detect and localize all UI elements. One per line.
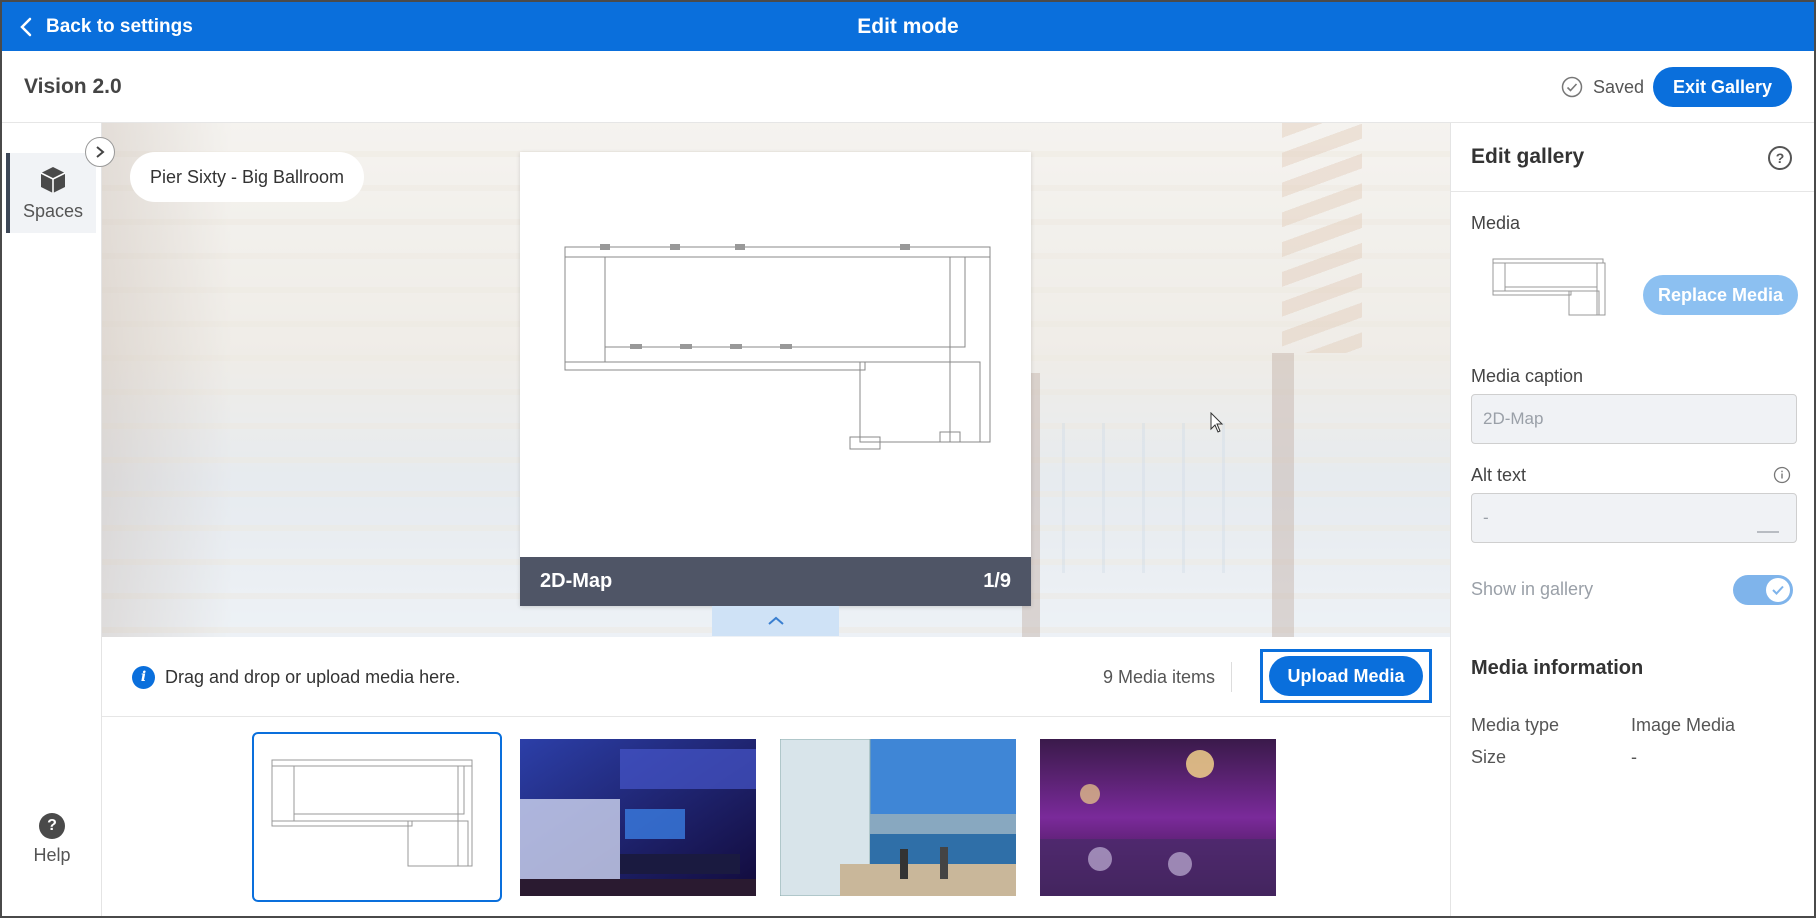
thumbnail-ballroom[interactable] bbox=[1040, 739, 1276, 896]
info-outline-icon[interactable] bbox=[1773, 466, 1791, 484]
help-label: Help bbox=[33, 845, 71, 865]
media-position: 1/9 bbox=[983, 570, 1011, 592]
app-name: Vision 2.0 bbox=[24, 75, 122, 98]
thumbnail-floorplan[interactable] bbox=[252, 732, 502, 902]
saved-label: Saved bbox=[1592, 76, 1644, 97]
alt-text-label: Alt text bbox=[1471, 465, 1527, 485]
exit-gallery-button[interactable]: Exit Gallery bbox=[1652, 67, 1792, 107]
check-circle-icon bbox=[1561, 76, 1583, 98]
upload-bar: i Drag and drop or upload media here. 9 … bbox=[102, 637, 1450, 717]
panel-divider bbox=[1451, 191, 1814, 192]
panel-title: Edit gallery bbox=[1471, 145, 1585, 168]
show-in-gallery-label: Show in gallery bbox=[1471, 579, 1594, 599]
thumbnail-strip bbox=[102, 718, 1450, 916]
chevron-left-icon bbox=[20, 17, 32, 36]
show-in-gallery-toggle[interactable] bbox=[1733, 575, 1793, 605]
media-type-key: Media type bbox=[1471, 715, 1560, 735]
upload-hint-text: Drag and drop or upload media here. bbox=[165, 666, 461, 687]
media-caption-bar: 2D-Map 1/9 bbox=[520, 557, 1031, 606]
space-name-chip[interactable]: Pier Sixty - Big Ballroom bbox=[130, 152, 365, 202]
toggle-knob bbox=[1766, 578, 1790, 602]
media-information-title: Media information bbox=[1471, 657, 1644, 679]
check-icon bbox=[1772, 585, 1784, 595]
chevron-right-icon bbox=[96, 146, 105, 158]
upload-hint: i Drag and drop or upload media here. bbox=[132, 637, 460, 717]
media-caption-input[interactable] bbox=[1471, 394, 1797, 444]
media-size-key: Size bbox=[1471, 747, 1507, 767]
thumbnail-stage[interactable] bbox=[520, 739, 756, 896]
terrace-thumb-image bbox=[780, 739, 1016, 896]
spaces-label: Spaces bbox=[22, 200, 84, 221]
current-media-caption: 2D-Map bbox=[540, 570, 613, 592]
nav-spaces[interactable]: Spaces bbox=[6, 153, 96, 233]
floorplan-image bbox=[564, 244, 991, 450]
media-count: 9 Media items bbox=[1103, 662, 1232, 692]
saved-status: Saved bbox=[1561, 51, 1644, 123]
mouse-cursor-icon bbox=[1210, 412, 1224, 433]
chevron-up-icon bbox=[767, 616, 784, 625]
media-caption-label: Media caption bbox=[1471, 366, 1584, 386]
back-label: Back to settings bbox=[46, 15, 193, 37]
mode-title: Edit mode bbox=[857, 15, 959, 38]
floorplan-thumb-image bbox=[258, 738, 496, 896]
alt-text-input[interactable] bbox=[1471, 493, 1797, 543]
collapse-card-button[interactable] bbox=[712, 606, 839, 636]
top-bar: Back to settings Edit mode bbox=[2, 2, 1814, 51]
resize-handle bbox=[1757, 531, 1779, 533]
ballroom-thumb-image bbox=[1040, 739, 1276, 896]
back-to-settings-link[interactable]: Back to settings bbox=[20, 2, 193, 51]
expand-rail-button[interactable] bbox=[85, 137, 115, 167]
media-preview-card: 2D-Map 1/9 bbox=[520, 152, 1031, 606]
media-size-value: - bbox=[1631, 747, 1637, 767]
left-rail: Spaces ? Help bbox=[2, 123, 102, 916]
upload-media-button[interactable]: Upload Media bbox=[1269, 656, 1423, 696]
thumbnail-terrace[interactable] bbox=[780, 739, 1016, 896]
stage-thumb-image bbox=[520, 739, 756, 896]
help-circle-icon[interactable]: ? bbox=[1768, 146, 1792, 170]
nav-help[interactable]: ? Help bbox=[2, 813, 102, 866]
header: Vision 2.0 Saved Exit Gallery bbox=[2, 51, 1814, 123]
edit-gallery-panel: Edit gallery ? Media Replace Media Media… bbox=[1450, 123, 1814, 916]
app-frame: Back to settings Edit mode Vision 2.0 Sa… bbox=[0, 0, 1816, 918]
help-icon: ? bbox=[39, 813, 65, 839]
cube-icon bbox=[40, 166, 66, 193]
info-icon: i bbox=[132, 665, 155, 689]
upload-button-focus-ring: Upload Media bbox=[1260, 649, 1432, 703]
media-type-value: Image Media bbox=[1631, 715, 1736, 735]
media-floorplan-thumb bbox=[1492, 258, 1606, 316]
media-label: Media bbox=[1471, 213, 1521, 233]
replace-media-button[interactable]: Replace Media bbox=[1643, 275, 1799, 315]
